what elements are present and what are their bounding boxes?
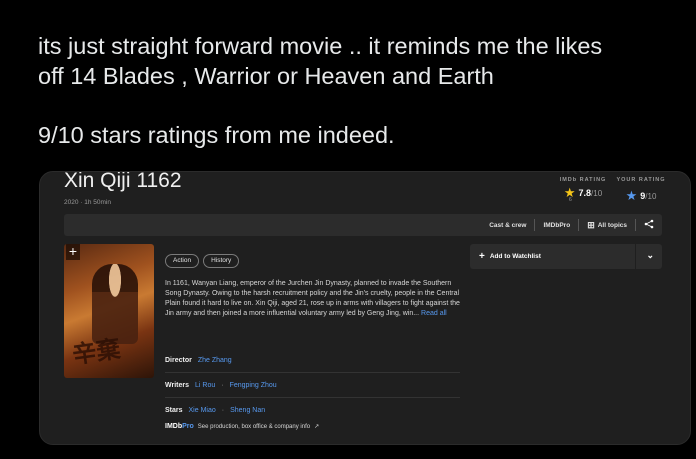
movie-title: Xin Qiji 1162 [64,171,182,192]
genre-tags: Action History [165,254,240,268]
tweet-line: its just straight forward movie .. it re… [38,33,603,59]
imdbpro-text: See production, box office & company inf… [197,423,311,430]
tweet-line: 9/10 stars ratings from me indeed. [38,122,395,148]
writers-row: Writers Li Rou · Fengping Zhou [165,373,460,398]
imdb-card[interactable]: Xin Qiji 1162 2020 · 1h 50min IMDb RATIN… [39,171,691,445]
imdbpro-link[interactable]: IMDbPro [543,222,570,229]
director-label: Director [165,356,192,364]
your-rating-value: 9/10 [640,190,657,201]
share-icon[interactable] [644,219,654,232]
all-topics-link[interactable]: All topics [598,222,627,229]
divider [635,219,636,231]
movie-meta: 2020 · 1h 50min [64,199,111,206]
star-link[interactable]: Sheng Nan [230,407,265,414]
tweet-line: off 14 Blades , Warrior or Heaven and Ea… [38,63,494,89]
director-link[interactable]: Zhe Zhang [198,357,232,364]
plot-summary: In 1161, Wanyan Liang, emperor of the Ju… [165,279,462,319]
writer-link[interactable]: Fengping Zhou [230,382,277,389]
add-to-watchlist-icon[interactable]: + [66,244,80,260]
add-to-watchlist-button[interactable]: + Add to Watchlist ⌄ [470,244,662,269]
your-rating-label: YOUR RATING [616,177,666,183]
star-icon: ★ [625,188,638,203]
your-rating[interactable]: YOUR RATING ★ 9/10 [613,177,669,202]
writers-label: Writers [165,381,189,389]
external-link-icon: ↗ [314,424,320,430]
imdbpro-row[interactable]: IMDbPro See production, box office & com… [165,423,319,430]
star-link[interactable]: Xie Miao [189,407,216,414]
cast-crew-link[interactable]: Cast & crew [489,222,526,229]
divider [578,219,580,231]
imdbpro-logo: IMDbPro [165,423,194,430]
plus-icon: + [479,251,485,262]
chevron-down-icon[interactable]: ⌄ [646,250,654,261]
tweet-text: its just straight forward movie .. it re… [38,31,688,150]
genre-tag[interactable]: History [203,254,240,268]
imdb-votes: 6 [569,197,572,203]
separator-dot: · [221,381,224,389]
movie-poster[interactable]: 辛棄 + [64,244,154,378]
writer-link[interactable]: Li Rou [195,382,215,389]
credits: Director Zhe Zhang Writers Li Rou · Feng… [165,348,460,422]
poster-calligraphy: 辛棄 [70,333,123,370]
divider [635,244,636,269]
stars-label: Stars [165,406,183,414]
imdb-rating-label: IMDb RATING [559,177,607,183]
separator-dot: · [221,406,225,414]
read-all-link[interactable]: Read all [421,310,447,317]
plot-text: In 1161, Wanyan Liang, emperor of the Ju… [165,280,460,317]
imdb-rating[interactable]: IMDb RATING ★ 7.8/10 6 [553,177,613,203]
divider [534,219,536,231]
stars-row: Stars Xie Miao · Sheng Nan [165,398,460,422]
director-row: Director Zhe Zhang [165,348,460,373]
genre-tag[interactable]: Action [165,254,200,268]
title-toolbar: Cast & crew IMDbPro ⊞ All topics [64,214,662,236]
imdb-rating-value: 7.8/10 [578,187,603,198]
grid-icon: ⊞ [587,219,595,230]
watchlist-label: Add to Watchlist [489,253,541,260]
